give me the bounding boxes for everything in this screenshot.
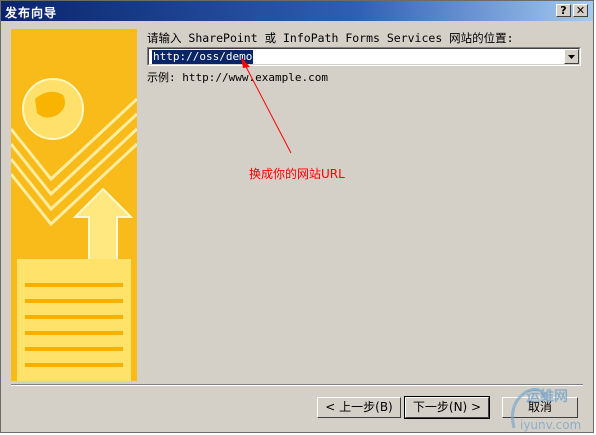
- publish-wizard-dialog: 发布向导 ? ✕ 请输入 SharePoint 或 InfoPath Forms…: [0, 0, 594, 433]
- back-button[interactable]: < 上一步(B): [317, 397, 401, 418]
- next-button[interactable]: 下一步(N) >: [404, 396, 490, 419]
- annotation-text: 换成你的网站URL: [249, 167, 345, 181]
- annotation-arrow: [241, 57, 292, 154]
- watermark-url: iyunv.com: [520, 418, 582, 432]
- watermark-text: 运维网: [526, 389, 568, 405]
- separator: [11, 384, 583, 386]
